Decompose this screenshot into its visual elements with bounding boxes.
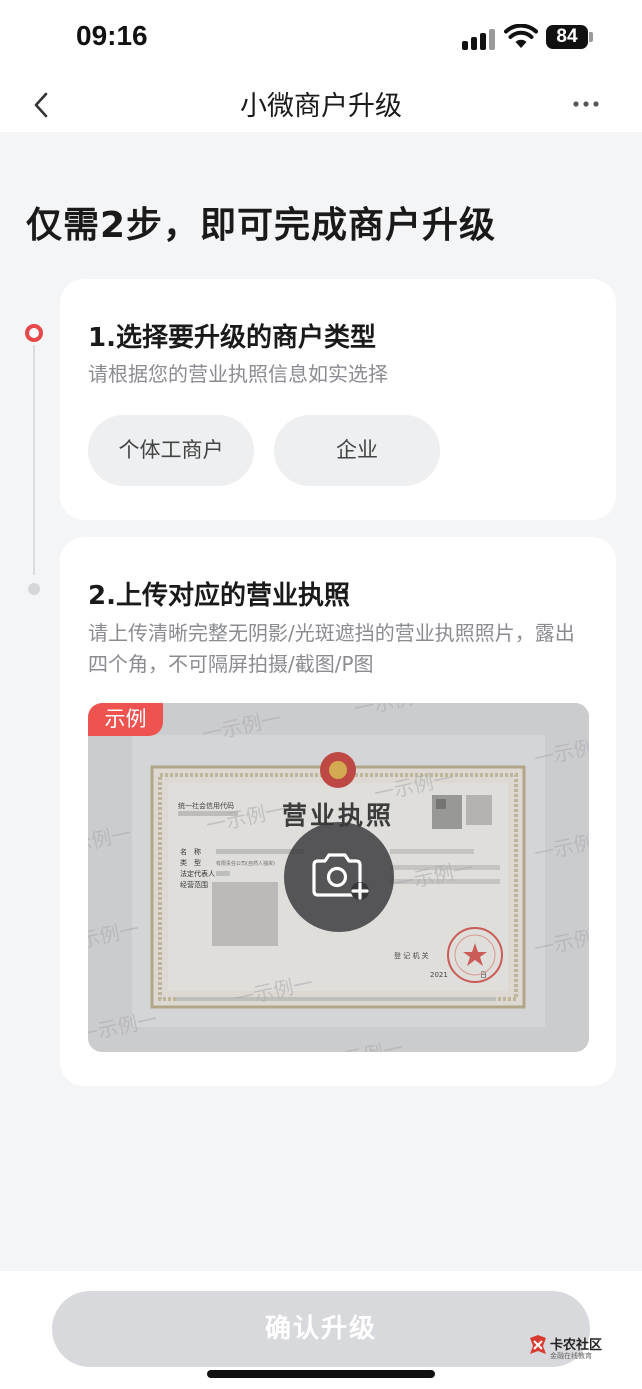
watermark-sub-text: 金融在线教育 <box>550 1352 592 1360</box>
step-1-indicator <box>25 324 43 342</box>
status-time: 09:16 <box>76 20 148 51</box>
step-1-title: 1.选择要升级的商户类型 <box>88 323 376 353</box>
battery-indicator: 84 <box>546 25 588 49</box>
license-upload-area[interactable]: 营业执照 统一社会信用代码 名 称 类 型 法定代表人 经营范围 有限责任公司(… <box>88 703 589 1052</box>
headline: 仅需2步，即可完成商户升级 <box>26 205 497 246</box>
home-indicator <box>207 1370 435 1378</box>
merchant-type-enterprise-button[interactable]: 企业 <box>274 415 440 486</box>
page-title: 小微商户升级 <box>240 91 402 122</box>
cellular-signal-icon <box>462 28 496 50</box>
footer: 确认升级 <box>0 1271 642 1389</box>
step-2-indicator <box>28 583 40 595</box>
confirm-upgrade-button[interactable]: 确认升级 <box>52 1291 590 1367</box>
wifi-icon <box>504 23 538 50</box>
timeline-line <box>33 345 35 575</box>
sample-badge: 示例 <box>88 703 163 736</box>
kanong-logo-icon <box>530 1335 546 1354</box>
battery-cap <box>589 32 593 42</box>
step-1-card: 1.选择要升级的商户类型 请根据您的营业执照信息如实选择 个体工商户 企业 <box>60 279 616 520</box>
step-2-title: 2.上传对应的营业执照 <box>88 581 350 611</box>
kanong-watermark: 卡农社区 金融在线教育 <box>528 1334 608 1364</box>
status-bar: 09:16 84 <box>0 0 642 76</box>
camera-add-icon[interactable] <box>284 822 394 932</box>
more-horizontal-icon[interactable] <box>566 92 606 116</box>
step-1-description: 请根据您的营业执照信息如实选择 <box>88 362 388 386</box>
navigation-bar: 小微商户升级 <box>0 76 642 132</box>
step-2-card: 2.上传对应的营业执照 请上传清晰完整无阴影/光斑遮挡的营业执照照片，露出四个角… <box>60 537 616 1086</box>
merchant-type-individual-button[interactable]: 个体工商户 <box>88 415 254 486</box>
step-2-description: 请上传清晰完整无阴影/光斑遮挡的营业执照照片，露出四个角，不可隔屏拍摄/截图/P… <box>88 621 575 676</box>
